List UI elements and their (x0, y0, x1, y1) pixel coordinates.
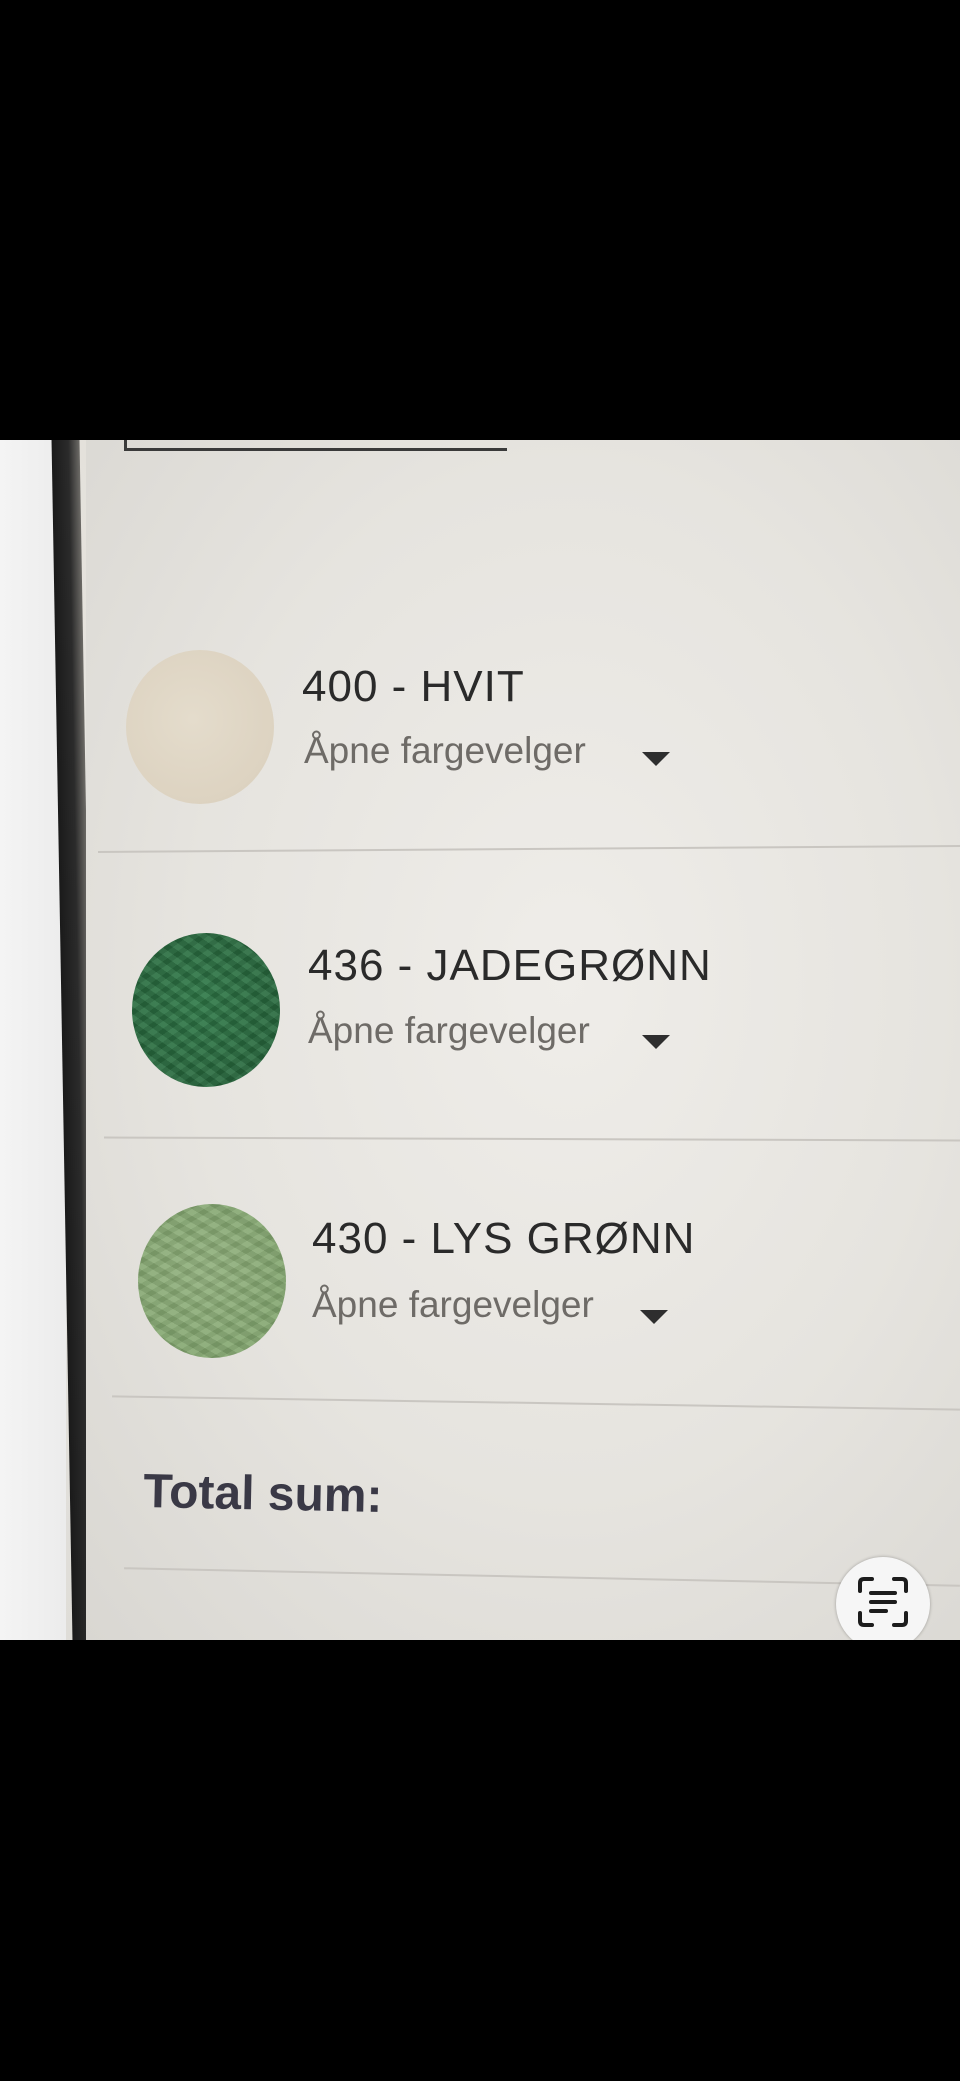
dropdown-caret-icon[interactable] (640, 1310, 668, 1324)
live-text-scan-button[interactable] (836, 1557, 930, 1640)
color-row-jadegronn: 436 - JADEGRØNN Åpne fargevelger (86, 925, 960, 1087)
dropdown-caret-icon[interactable] (642, 752, 670, 766)
color-row-hvit: 400 - HVIT Åpne fargevelger (86, 648, 960, 808)
photo-frame: 400 - HVIT Åpne fargevelger 436 - JADEGR… (0, 440, 960, 1640)
divider (124, 1567, 960, 1587)
color-name: 436 - JADEGRØNN (308, 941, 712, 990)
divider (112, 1395, 960, 1411)
picker-label: Åpne fargevelger (308, 1010, 590, 1051)
open-color-picker-button[interactable]: Åpne fargevelger (308, 1010, 590, 1052)
color-row-lys-gronn: 430 - LYS GRØNN Åpne fargevelger (86, 1192, 960, 1358)
picker-label: Åpne fargevelger (304, 730, 586, 771)
yarn-swatch-hvit[interactable] (126, 650, 274, 804)
divider (103, 1136, 960, 1142)
open-color-picker-button[interactable]: Åpne fargevelger (312, 1284, 594, 1326)
total-sum-label: Total sum: (142, 1464, 384, 1523)
yarn-swatch-jadegronn[interactable] (132, 933, 280, 1087)
text-scan-icon (856, 1575, 910, 1633)
open-color-picker-button[interactable]: Åpne fargevelger (304, 730, 586, 772)
color-name: 430 - LYS GRØNN (312, 1214, 696, 1263)
top-box-edge (124, 440, 507, 451)
yarn-swatch-lys-gronn[interactable] (138, 1204, 286, 1358)
picker-label: Åpne fargevelger (312, 1284, 594, 1325)
dropdown-caret-icon[interactable] (642, 1035, 670, 1049)
divider (98, 844, 960, 854)
color-name: 400 - HVIT (302, 662, 525, 711)
screen: 400 - HVIT Åpne fargevelger 436 - JADEGR… (86, 440, 960, 1640)
